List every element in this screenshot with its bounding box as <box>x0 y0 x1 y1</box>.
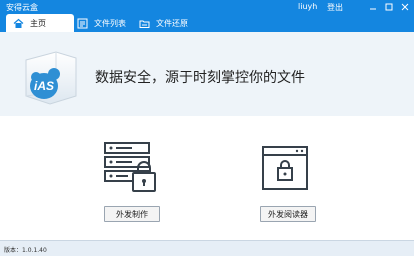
minimize-icon <box>370 8 376 10</box>
window-lock-icon <box>262 146 308 190</box>
logout-link[interactable]: 登出 <box>327 2 343 13</box>
home-icon <box>12 17 24 29</box>
tab-bar: 主页 文件列表 文件还原 <box>0 14 414 32</box>
tagline: 数据安全，源于时刻掌控你的文件 <box>95 70 305 86</box>
status-bar: 版本：1.0.1.40 <box>0 240 414 256</box>
server-lock-icon <box>104 142 156 192</box>
maximize-icon <box>385 3 393 11</box>
username: liuyh <box>298 2 318 11</box>
tab-file-list-label: 文件列表 <box>94 18 126 28</box>
logo-text: iAS <box>34 79 54 93</box>
tab-home[interactable]: 主页 <box>6 14 74 32</box>
close-icon <box>401 3 409 11</box>
title-bar: 安得云盒 liuyh 登出 <box>0 0 414 14</box>
folder-restore-icon <box>138 17 150 29</box>
close-button[interactable] <box>397 0 413 14</box>
app-title: 安得云盒 <box>6 3 38 12</box>
main-content: 外发制作 外发阅读器 <box>0 116 414 238</box>
tab-file-list[interactable]: 文件列表 <box>76 14 134 32</box>
tab-file-restore-label: 文件还原 <box>156 18 188 28</box>
tab-file-restore[interactable]: 文件还原 <box>138 14 200 32</box>
minimize-button[interactable] <box>365 0 381 14</box>
maximize-button[interactable] <box>381 0 397 14</box>
version-text: 版本：1.0.1.40 <box>4 247 47 254</box>
create-outgoing-button[interactable]: 外发制作 <box>104 206 160 222</box>
outgoing-reader-button[interactable]: 外发阅读器 <box>260 206 316 222</box>
file-list-icon <box>76 17 88 29</box>
ias-logo: iAS <box>25 51 77 105</box>
banner: iAS 数据安全，源于时刻掌控你的文件 <box>0 32 414 116</box>
tab-home-label: 主页 <box>30 18 46 28</box>
